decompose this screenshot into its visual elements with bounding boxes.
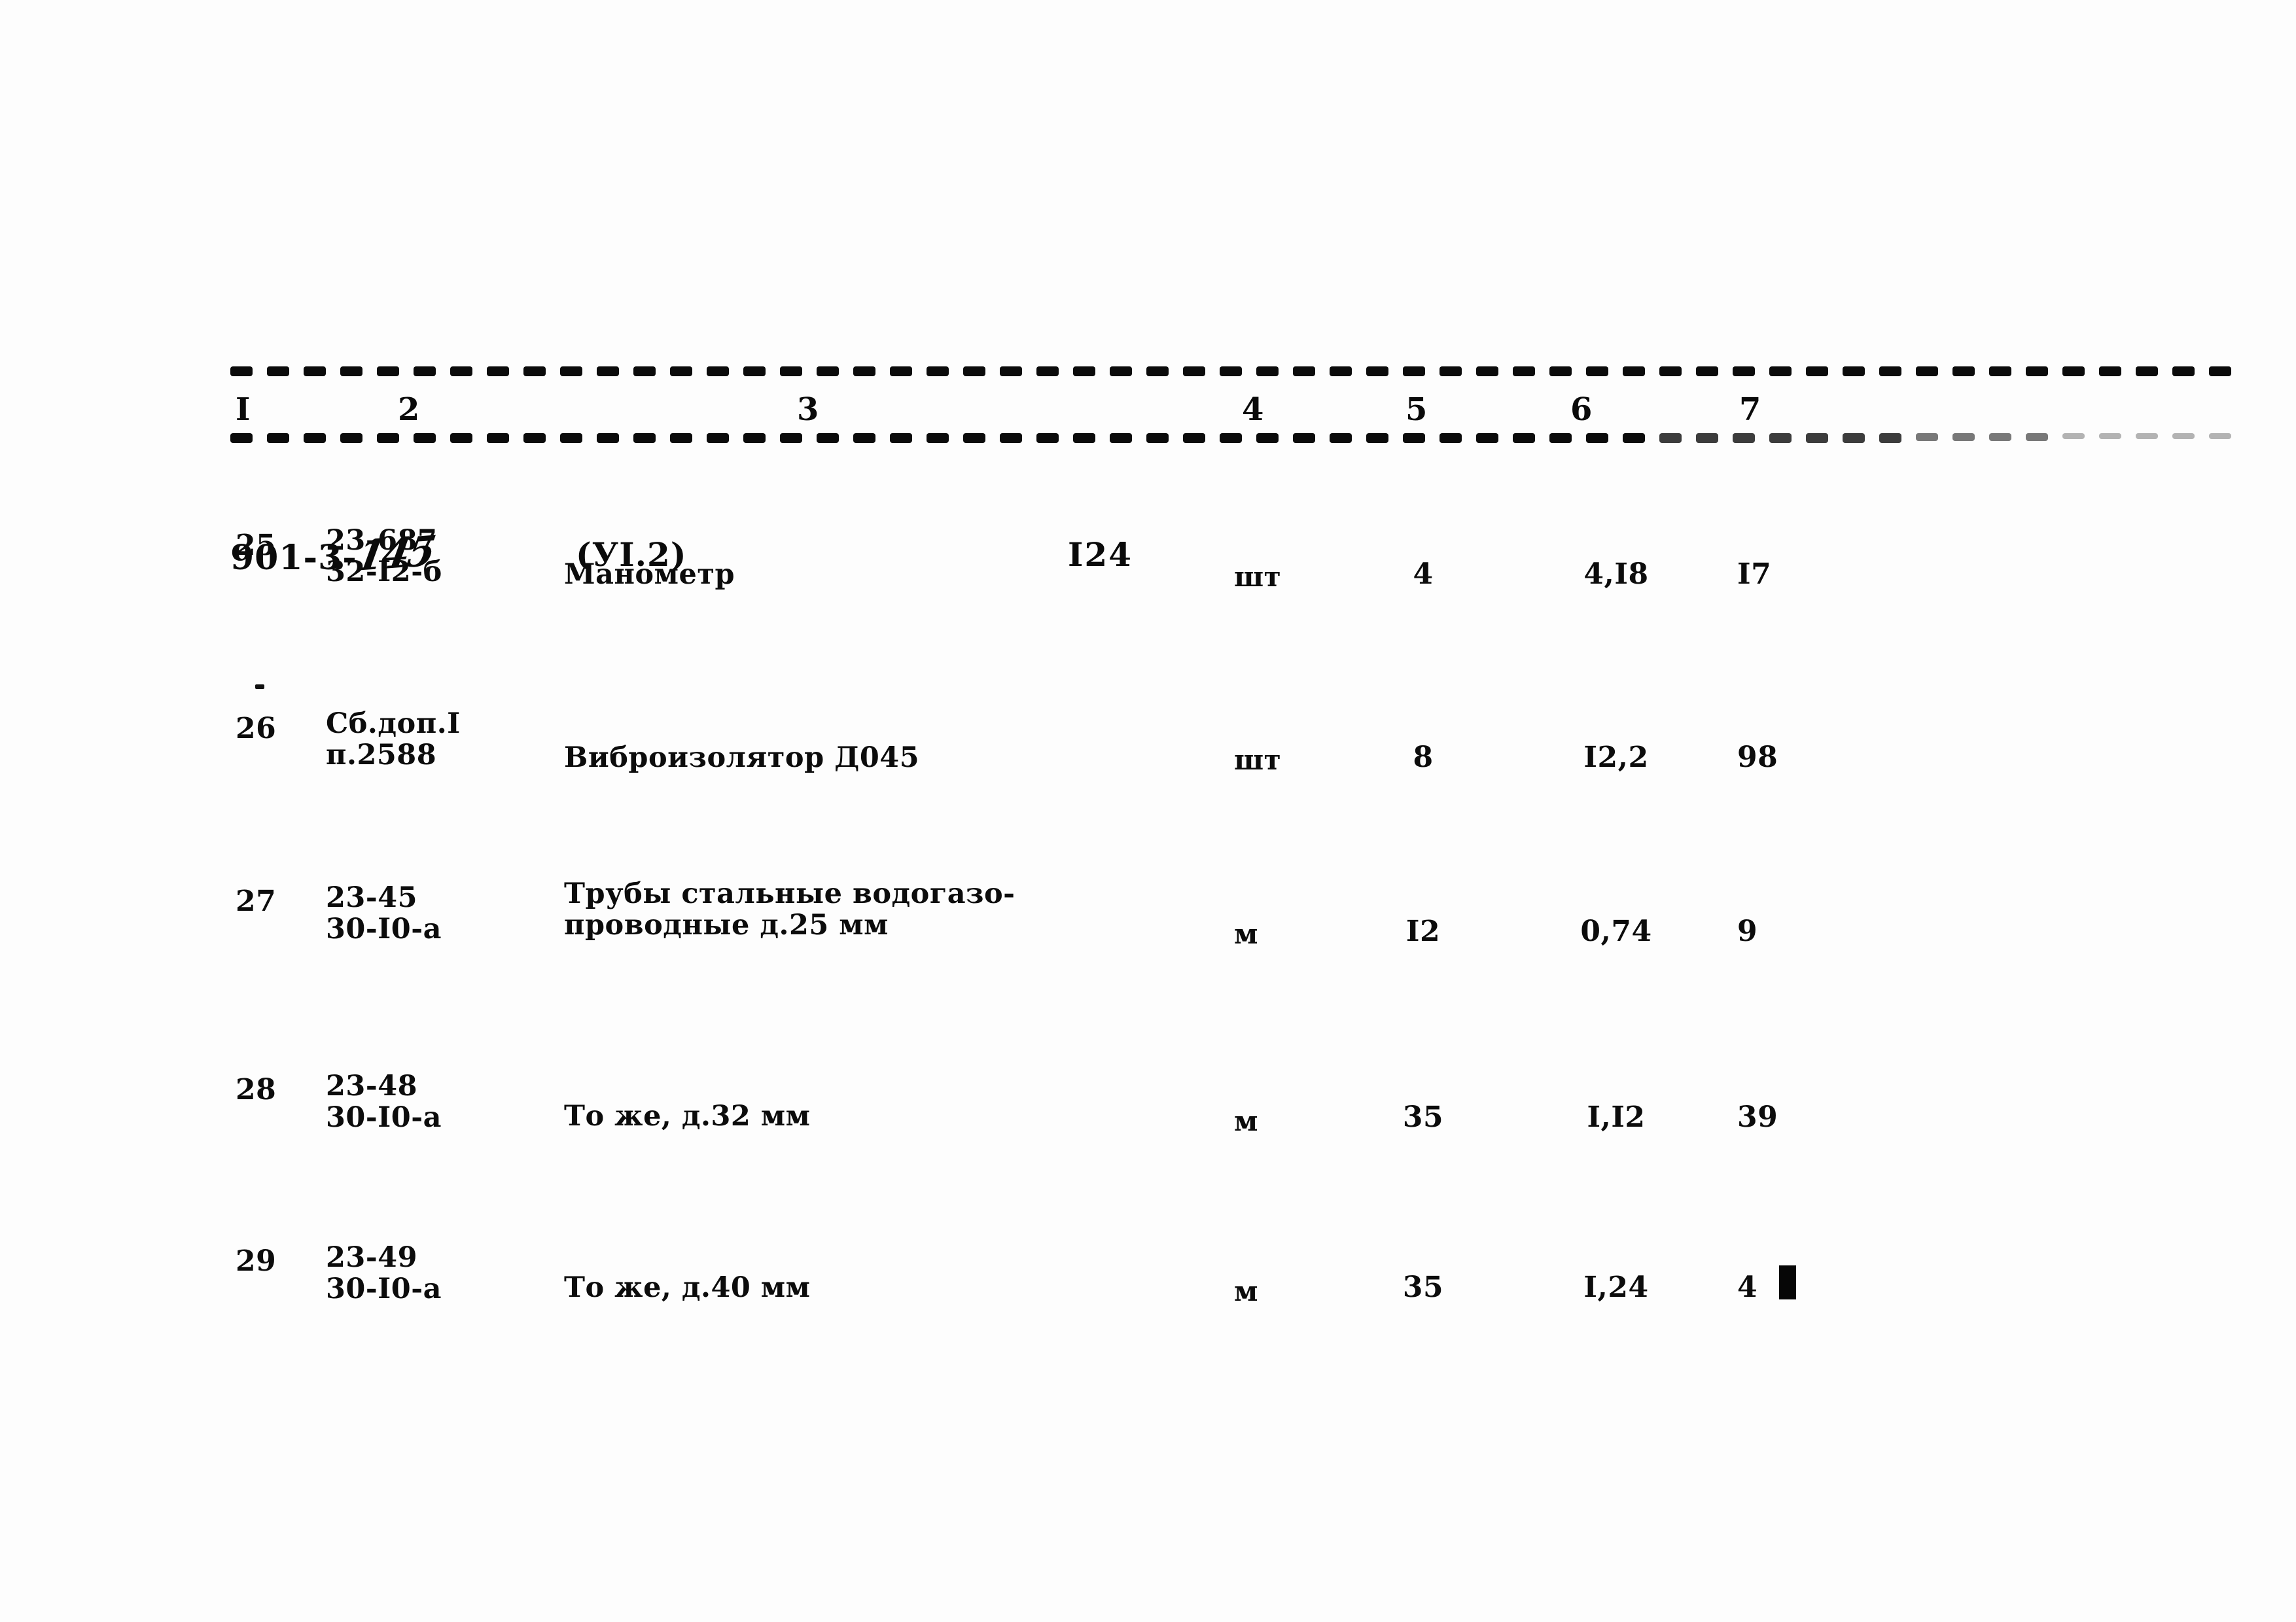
row-quantity: I2 — [1405, 915, 1441, 948]
row-number: 25 — [236, 529, 277, 562]
row-unit: м — [1234, 1275, 1258, 1307]
row-price: 4,I8 — [1583, 557, 1649, 591]
row-name-line-1: Манометр — [564, 558, 735, 591]
row-code-line-2: п.2588 — [326, 739, 437, 771]
dashed-rule-top — [230, 366, 2233, 378]
row-number: 26 — [236, 712, 277, 745]
row-unit: шт — [1234, 561, 1282, 593]
row-quantity: 35 — [1402, 1271, 1444, 1304]
row-name-line-1: Виброизолятор Д045 — [564, 741, 920, 774]
row-quantity: 4 — [1413, 557, 1434, 591]
row-code-line-2: 30-I0-а — [326, 913, 442, 945]
column-header-7: 7 — [1739, 391, 1762, 428]
document-header: 901-3-145 (УI.2) I24 — [0, 260, 2296, 581]
row-quantity: 35 — [1402, 1101, 1444, 1134]
row-price: I,I2 — [1587, 1101, 1646, 1134]
row-number: 27 — [236, 885, 277, 918]
row-name-line-2: То же, д.40 мм — [564, 1271, 811, 1304]
scan-speck-artifact — [255, 684, 264, 689]
row-name-line-2: То же, д.32 мм — [564, 1100, 811, 1133]
row-number: 28 — [236, 1073, 277, 1106]
row-code-line-2: 30-I0-а — [326, 1273, 442, 1305]
row-total: I7 — [1737, 557, 1772, 591]
row-total: 39 — [1737, 1101, 1778, 1134]
row-unit: м — [1234, 1105, 1258, 1137]
row-total: 4 — [1737, 1271, 1758, 1304]
row-unit: шт — [1234, 744, 1282, 776]
row-total: 9 — [1737, 915, 1758, 948]
column-header-1: I — [236, 391, 251, 428]
row-name-line-2: проводные д.25 мм — [564, 909, 889, 942]
column-header-3: 3 — [797, 391, 820, 428]
dashed-rule-bottom — [230, 433, 2233, 444]
row-number: 29 — [236, 1244, 277, 1278]
ink-blot-artifact — [1779, 1265, 1796, 1299]
row-price: I2,2 — [1583, 741, 1649, 774]
column-header-5: 5 — [1405, 391, 1428, 428]
column-header-6: 6 — [1570, 391, 1593, 428]
row-unit: м — [1234, 918, 1258, 950]
row-price: 0,74 — [1580, 915, 1652, 948]
column-header-4: 4 — [1242, 391, 1265, 428]
scanned-document-page: 901-3-145 (УI.2) I24 I 2 3 4 5 6 7 25 23… — [0, 0, 2296, 1622]
row-code-line-2: 30-I0-а — [326, 1101, 442, 1134]
row-quantity: 8 — [1413, 741, 1434, 774]
column-header-2: 2 — [398, 391, 421, 428]
row-price: I,24 — [1583, 1271, 1649, 1304]
row-code-line-2: 32-I2-б — [326, 555, 442, 588]
row-total: 98 — [1737, 741, 1778, 774]
